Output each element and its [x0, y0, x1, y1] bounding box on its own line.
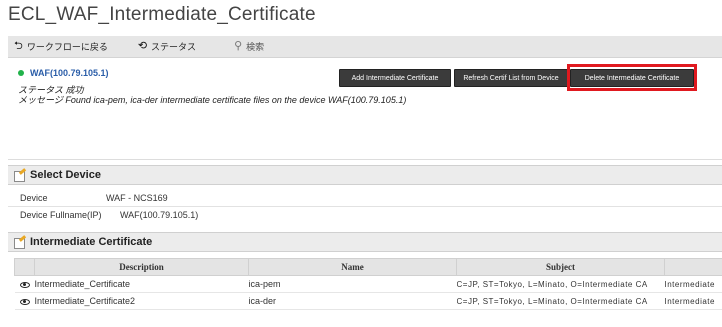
table-row[interactable]: Intermediate_Certificate ica-pem C=JP, S…	[14, 275, 722, 293]
status-panel: WAF(100.79.105.1) ステータス 成功 メッセージ Found i…	[8, 60, 722, 160]
device-fullname-value: WAF(100.79.105.1)	[120, 210, 199, 220]
cell-subject: C=JP, ST=Tokyo, L=Minato, O=Intermediate…	[456, 292, 665, 310]
table-row[interactable]: Intermediate_Certificate2 ica-der C=JP, …	[14, 292, 722, 310]
cell-extra: Intermediate	[664, 275, 722, 293]
status-button[interactable]: ⟲ ステータス	[138, 40, 196, 53]
device-row: Device WAF - NCS169	[20, 193, 168, 203]
eye-icon[interactable]	[19, 281, 30, 288]
refresh-certif-list-button[interactable]: Refresh Certif List from Device	[454, 69, 568, 87]
column-header	[664, 258, 722, 276]
status-label: ステータス	[151, 42, 197, 52]
device-status: WAF(100.79.105.1)	[18, 68, 109, 78]
eye-icon[interactable]	[19, 298, 30, 305]
back-arrow-icon: ⮌	[14, 40, 23, 52]
column-header-name[interactable]: Name	[248, 258, 457, 276]
device-name: WAF(100.79.105.1)	[30, 68, 109, 78]
cell-description: Intermediate_Certificate2	[34, 292, 249, 310]
highlight-box	[567, 64, 697, 91]
intermediate-certificate-header: Intermediate Certificate	[8, 232, 722, 252]
cell-subject: C=JP, ST=Tokyo, L=Minato, O=Intermediate…	[456, 275, 665, 293]
table-header-row: Description Name Subject	[14, 258, 722, 276]
status-message: メッセージ Found ica-pem, ica-der intermediat…	[18, 95, 407, 105]
search-button[interactable]: ⚲ 検索	[234, 40, 264, 53]
success-indicator	[18, 70, 24, 76]
cell-description: Intermediate_Certificate	[34, 275, 249, 293]
search-icon: ⚲	[234, 40, 243, 52]
search-label: 検索	[246, 42, 265, 52]
page-title: ECL_WAF_Intermediate_Certificate	[8, 4, 316, 25]
device-fullname-row: Device Fullname(IP) WAF(100.79.105.1)	[20, 210, 198, 220]
cell-name: ica-pem	[248, 275, 457, 293]
device-label: Device	[20, 193, 48, 203]
note-edit-icon	[14, 237, 26, 249]
intermediate-certificate-title: Intermediate Certificate	[30, 236, 153, 248]
select-device-header: Select Device	[8, 165, 722, 185]
column-header	[14, 258, 35, 276]
column-header-subject[interactable]: Subject	[456, 258, 665, 276]
column-header-description[interactable]: Description	[34, 258, 249, 276]
certificate-table: Description Name Subject Intermediate_Ce…	[14, 258, 722, 310]
add-intermediate-certificate-button[interactable]: Add Intermediate Certificate	[339, 69, 451, 87]
back-to-workflow-label: ワークフローに戻る	[26, 42, 108, 52]
toolbar: ⮌ ワークフローに戻る ⟲ ステータス ⚲ 検索	[8, 36, 722, 58]
cell-extra: Intermediate	[664, 292, 722, 310]
device-fullname-label: Device Fullname(IP)	[20, 210, 102, 220]
cell-name: ica-der	[248, 292, 457, 310]
note-edit-icon	[14, 170, 26, 182]
device-value: WAF - NCS169	[106, 193, 168, 203]
divider	[8, 206, 722, 207]
history-icon: ⟲	[137, 40, 148, 52]
select-device-title: Select Device	[30, 169, 101, 181]
view-button[interactable]	[14, 292, 35, 310]
back-to-workflow-button[interactable]: ⮌ ワークフローに戻る	[14, 40, 108, 53]
view-button[interactable]	[14, 275, 35, 293]
